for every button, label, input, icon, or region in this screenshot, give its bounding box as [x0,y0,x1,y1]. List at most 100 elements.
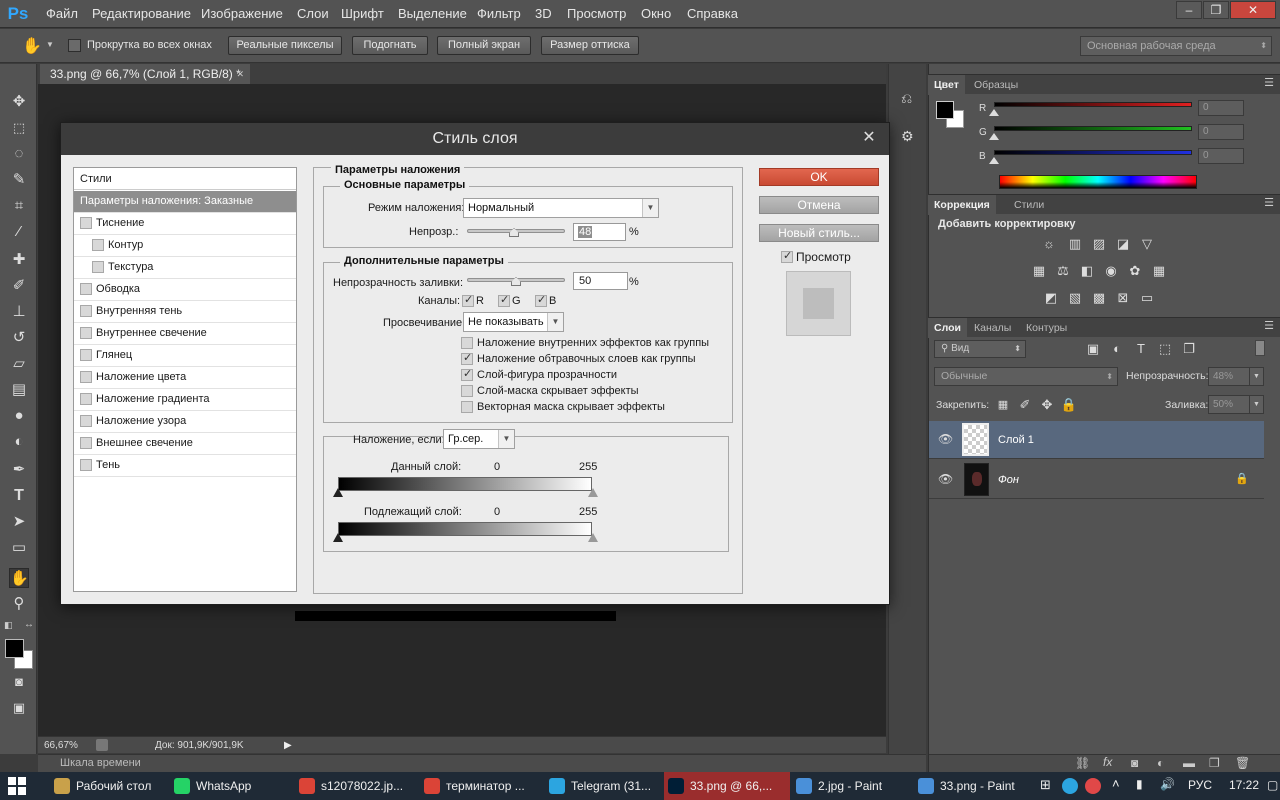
color-spectrum-ramp[interactable] [999,175,1197,189]
restore-button[interactable]: ❐ [1203,1,1229,19]
levels-icon[interactable]: ▥ [1066,236,1084,252]
channel-g-handle[interactable] [989,133,999,140]
this-layer-gradient[interactable] [338,477,592,491]
scroll-all-windows-checkbox[interactable] [68,39,81,52]
menu-edit[interactable]: Редактирование [92,0,191,28]
exposure-icon[interactable]: ◪ [1114,236,1132,252]
new-style-button[interactable]: Новый стиль... [759,224,879,242]
lock-image-icon[interactable]: ✐ [1016,397,1034,413]
language-indicator[interactable]: РУС [1188,778,1212,792]
channel-b-handle[interactable] [989,157,999,164]
blur-tool-icon[interactable]: ● [9,406,29,426]
fill-screen-button[interactable]: Полный экран [437,36,531,55]
tray-app-icon[interactable] [1062,778,1078,794]
new-adjustment-layer-icon[interactable]: ◐ [1157,756,1164,770]
layer-row-background[interactable]: 👁 Фон 🔒 [929,461,1264,499]
layer-filter-select[interactable]: ⚲ Вид ⬍ [934,340,1026,358]
adjustments-panel-menu-icon[interactable]: ☰ [1264,196,1274,209]
filter-toggle-switch[interactable] [1255,340,1265,356]
eyedropper-tool-icon[interactable]: ⁄ [9,222,29,242]
this-layer-black-handle[interactable] [333,488,343,497]
menu-type[interactable]: Шрифт [341,0,384,28]
gradient-map-icon[interactable]: ▭ [1138,290,1156,306]
taskbar-item[interactable]: s12078022.jp... [295,772,417,800]
tool-preset-chevron-icon[interactable]: ▼ [46,40,54,49]
tray-antivirus-icon[interactable] [1085,778,1101,794]
photo-filter-icon[interactable]: ◉ [1102,263,1120,279]
hand-tool-icon[interactable]: ✋ [9,568,29,588]
eraser-tool-icon[interactable]: ▱ [9,354,29,374]
style-item-checkbox[interactable] [80,327,92,339]
advanced-option-checkbox[interactable] [461,367,473,381]
menu-image[interactable]: Изображение [201,0,283,28]
layers-panel-menu-icon[interactable]: ☰ [1264,319,1274,332]
channel-b-slider[interactable] [994,150,1192,155]
style-item-checkbox[interactable] [80,217,92,229]
lock-position-icon[interactable]: ✥ [1038,397,1056,413]
taskbar-item[interactable]: Telegram (31... [545,772,661,800]
quick-mask-icon[interactable]: ◙ [9,672,29,692]
ok-button[interactable]: OK [759,168,879,186]
workspace-select[interactable]: Основная рабочая среда ⬍ [1080,36,1272,56]
fill-dropdown-icon[interactable]: ▼ [1249,396,1263,413]
pen-tool-icon[interactable]: ✒ [9,460,29,480]
delete-layer-icon[interactable]: 🗑 [1235,756,1250,770]
style-item[interactable]: Тень [74,455,296,477]
opacity-dropdown-icon[interactable]: ▼ [1249,368,1263,385]
style-item-checkbox[interactable] [80,283,92,295]
style-item[interactable]: Наложение цвета [74,367,296,389]
style-item[interactable]: Текстура [74,257,296,279]
tray-overflow-icon[interactable]: ˄ [1112,776,1120,791]
channel-r-slider[interactable] [994,102,1192,107]
menu-window[interactable]: Окно [641,0,671,28]
gradient-tool-icon[interactable]: ▤ [9,380,29,400]
style-item-checkbox[interactable] [92,261,104,273]
style-item-checkbox[interactable] [80,437,92,449]
taskbar-item[interactable]: Рабочий стол [50,772,168,800]
menu-filter[interactable]: Фильтр [477,0,521,28]
layer-blend-mode-select[interactable]: Обычные ⬍ [934,367,1118,386]
clone-stamp-tool-icon[interactable]: ⊥ [9,302,29,322]
marquee-tool-icon[interactable]: ⬚ [9,118,29,138]
style-item-checkbox[interactable] [80,371,92,383]
underlying-layer-gradient[interactable] [338,522,592,536]
windows-start-icon[interactable] [8,777,26,795]
zoom-level[interactable]: 66,67% [44,737,78,754]
tab-paths[interactable]: Контуры [1020,318,1073,338]
brush-tool-icon[interactable]: ✐ [9,276,29,296]
color-fg-swatch[interactable] [936,101,954,119]
style-item-checkbox[interactable] [80,415,92,427]
style-item-checkbox[interactable] [92,239,104,251]
add-mask-icon[interactable]: ◙ [1131,756,1138,770]
new-layer-icon[interactable]: ❐ [1209,756,1220,770]
styles-header[interactable]: Стили [74,168,296,190]
lock-transparent-icon[interactable]: ▦ [994,397,1012,413]
dodge-tool-icon[interactable]: ◐ [9,432,29,452]
filter-shape-icon[interactable]: ⬚ [1156,341,1174,357]
channel-g-checkbox[interactable] [498,293,510,307]
color-lookup-icon[interactable]: ▦ [1150,263,1168,279]
black-white-icon[interactable]: ◧ [1078,263,1096,279]
channel-r-value[interactable]: 0 [1198,100,1244,116]
layer-fill-field[interactable]: 50% ▼ [1208,395,1264,414]
style-item[interactable]: Тиснение [74,213,296,235]
swap-colors-icon[interactable]: ↔ [24,619,34,630]
status-menu-arrow-icon[interactable]: ▶ [284,737,292,754]
volume-icon[interactable]: 🔊 [1160,777,1175,791]
fx-icon[interactable]: fx [1103,755,1112,769]
channel-mixer-icon[interactable]: ✿ [1126,263,1144,279]
quick-select-tool-icon[interactable]: ✎ [9,170,29,190]
this-layer-white-handle[interactable] [588,488,598,497]
opacity-field[interactable]: 48 [573,223,626,241]
filter-pixel-icon[interactable]: ▣ [1084,341,1102,357]
style-item-checkbox[interactable] [80,393,92,405]
filter-type-icon[interactable]: T [1132,341,1150,357]
menu-file[interactable]: Файл [46,0,78,28]
task-view-icon[interactable]: ⊞ [1040,777,1051,793]
channel-g-value[interactable]: 0 [1198,124,1244,140]
style-item[interactable]: Контур [74,235,296,257]
selective-color-icon[interactable]: ⊠ [1114,290,1132,306]
background-layer-name[interactable]: Фон [998,474,1019,486]
document-tab[interactable]: 33.png @ 66,7% (Слой 1, RGB/8) * ✕ [40,64,250,84]
dialog-close-icon[interactable]: ✕ [859,127,879,149]
